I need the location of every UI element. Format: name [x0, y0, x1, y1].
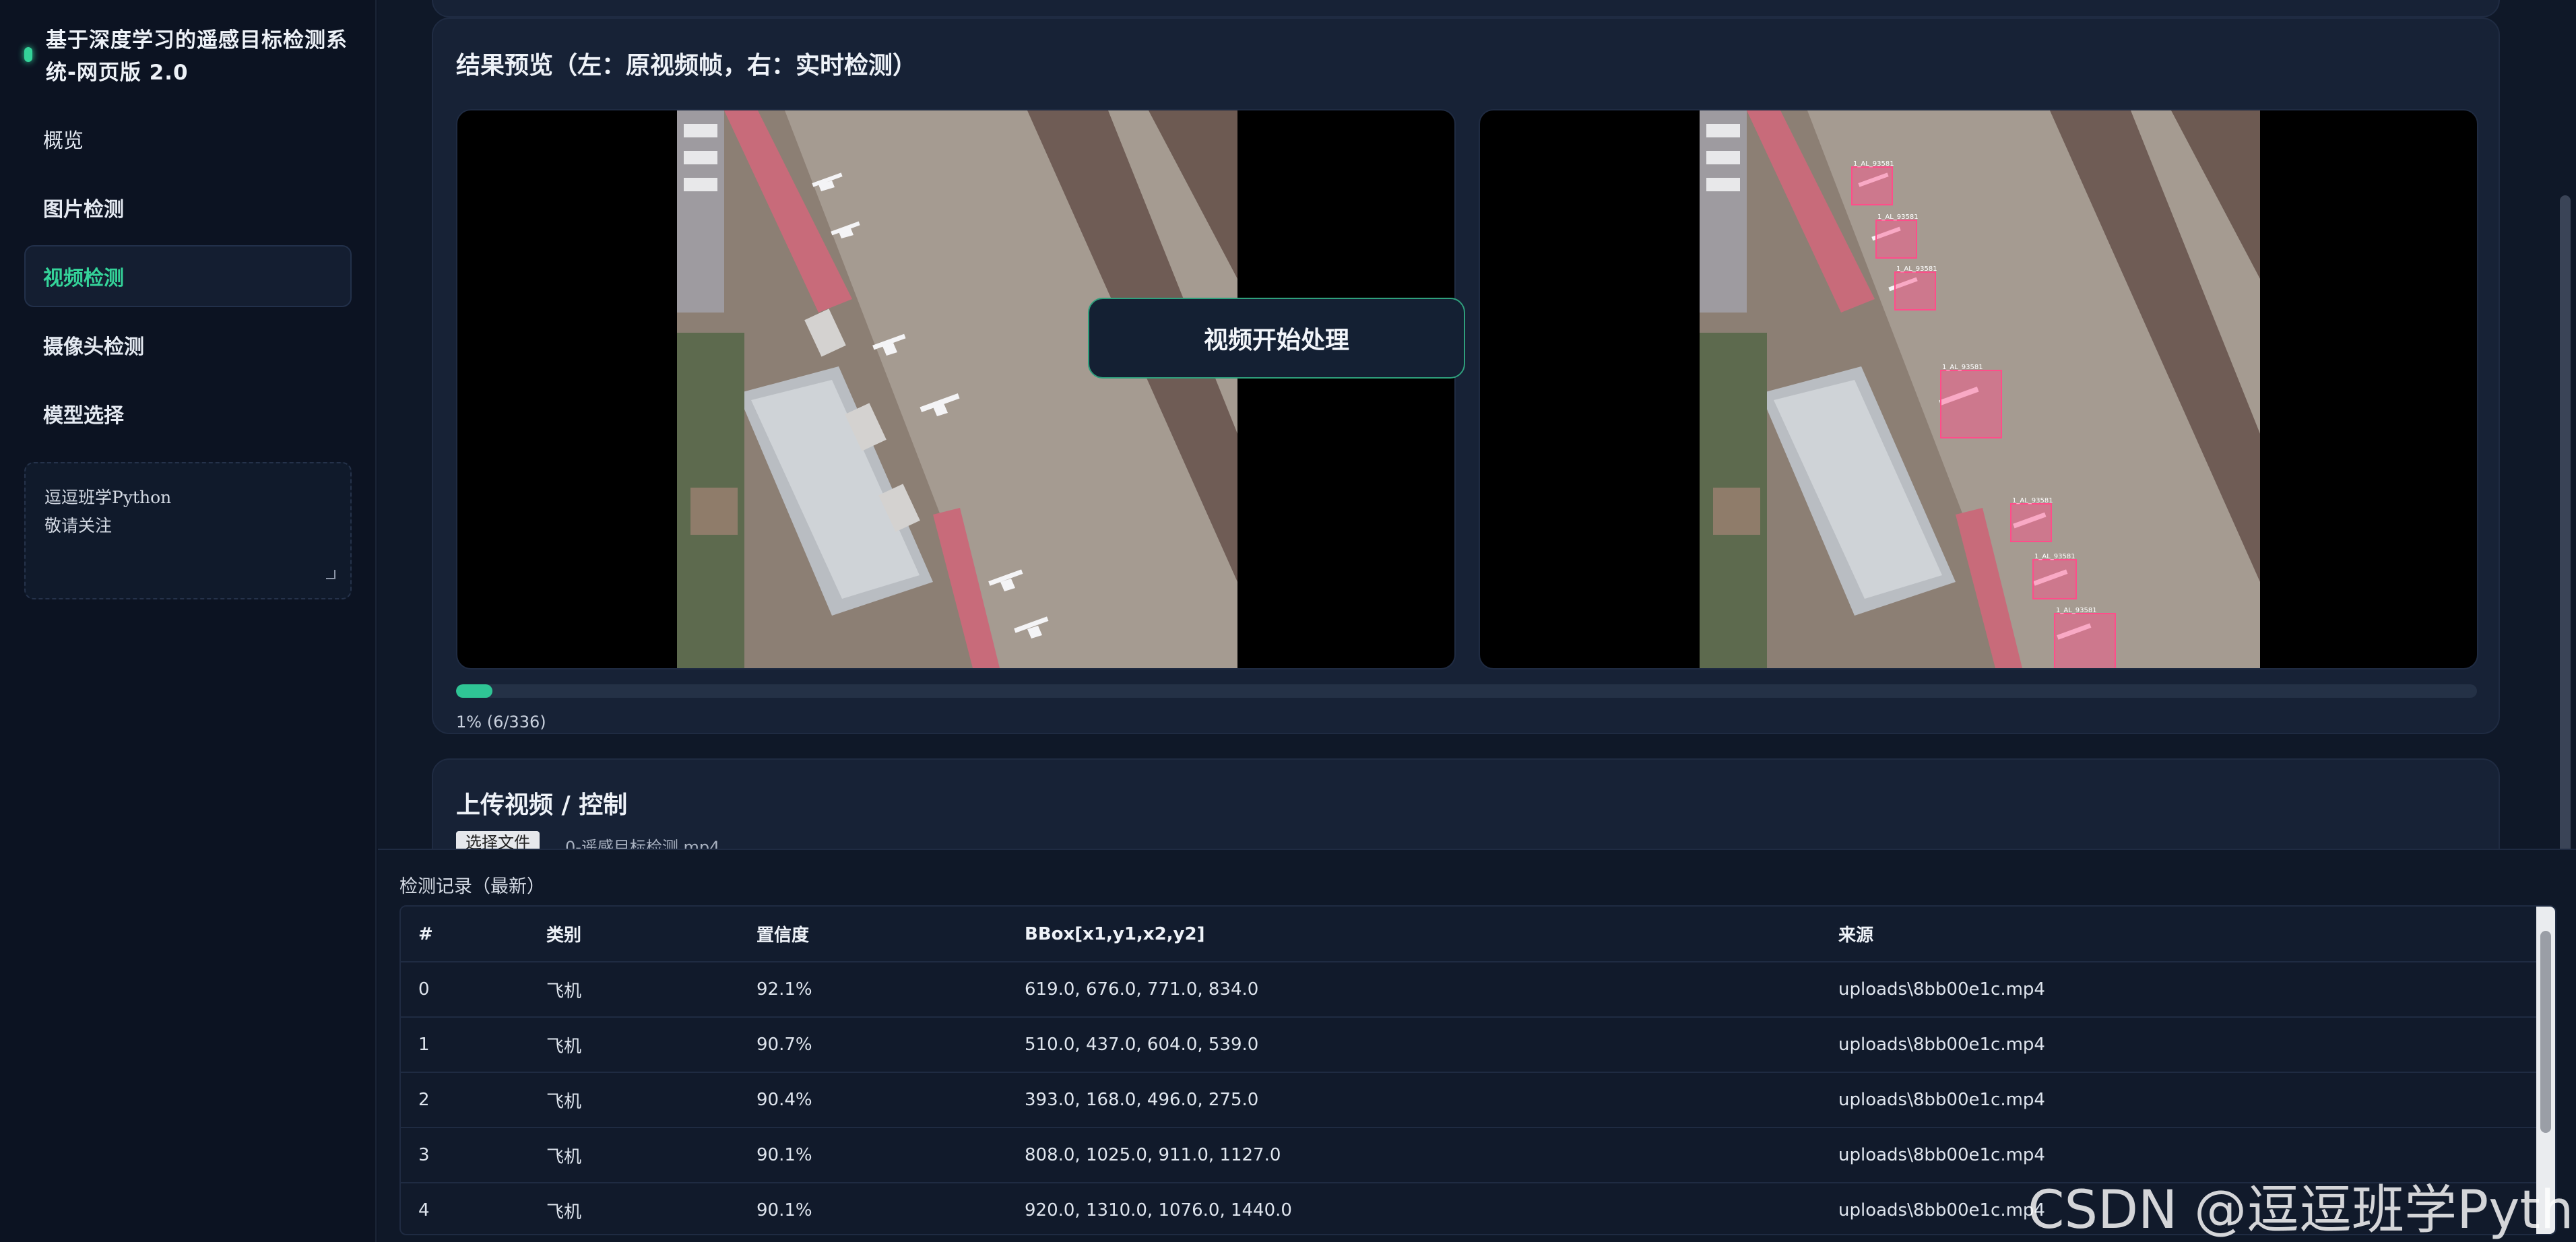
detection-label: 1_AL_93581: [1942, 364, 1983, 371]
watermark: CSDN @逗逗班学Python: [2028, 1180, 2576, 1241]
column-header-index: #: [401, 907, 529, 962]
cell-class: 飞机: [529, 1183, 739, 1234]
note-line-2: 敬请关注: [44, 516, 112, 535]
progress-text: 1% (6/336): [456, 713, 546, 731]
table-row[interactable]: 0 飞机 92.1% 619.0, 676.0, 771.0, 834.0 up…: [401, 962, 2536, 1018]
sidebar-item-overview[interactable]: 概览: [24, 108, 352, 170]
sidebar-item-image-detection[interactable]: 图片检测: [24, 176, 352, 238]
cell-class: 飞机: [529, 1017, 739, 1073]
detection-box: [1851, 166, 1893, 205]
table-row[interactable]: 2 飞机 90.4% 393.0, 168.0, 496.0, 275.0 up…: [401, 1072, 2536, 1128]
preview-title: 结果预览（左：原视频帧，右：实时检测）: [456, 52, 917, 79]
cell-source: uploads\8bb00e1c.mp4: [1821, 1072, 2536, 1128]
records-title: 检测记录（最新）: [399, 876, 545, 897]
aerial-image: [677, 110, 1237, 668]
cell-index: 4: [401, 1183, 529, 1234]
cell-index: 1: [401, 1017, 529, 1073]
status-dot-icon: [24, 47, 32, 62]
cell-confidence: 90.4%: [739, 1072, 1007, 1128]
detection-label: 1_AL_93581: [1853, 160, 1894, 168]
detection-label: 1_AL_93581: [1896, 265, 1937, 273]
cell-bbox: 619.0, 676.0, 771.0, 834.0: [1007, 962, 1821, 1018]
cell-bbox: 510.0, 437.0, 604.0, 539.0: [1007, 1017, 1821, 1073]
cell-source: uploads\8bb00e1c.mp4: [1821, 1017, 2536, 1073]
app-title: 基于深度学习的遥感目标检测系统-网页版 2.0: [46, 28, 348, 85]
cell-bbox: 920.0, 1310.0, 1076.0, 1440.0: [1007, 1183, 1821, 1234]
detection-box: [2032, 559, 2077, 599]
cell-bbox: 393.0, 168.0, 496.0, 275.0: [1007, 1072, 1821, 1128]
cell-class: 飞机: [529, 962, 739, 1018]
sidebar: 基于深度学习的遥感目标检测系统-网页版 2.0 概览 图片检测 视频检测 摄像头…: [0, 0, 377, 1242]
detection-label: 1_AL_93581: [2034, 553, 2075, 560]
progress-fill: [456, 684, 492, 698]
cell-confidence: 92.1%: [739, 962, 1007, 1018]
detection-box: [2010, 503, 2052, 542]
upload-title: 上传视频 / 控制: [456, 791, 628, 819]
table-row[interactable]: 1 飞机 90.7% 510.0, 437.0, 604.0, 539.0 up…: [401, 1017, 2536, 1073]
detection-label: 1_AL_93581: [2056, 607, 2097, 614]
cell-index: 0: [401, 962, 529, 1018]
column-header-source: 来源: [1821, 907, 2536, 962]
detection-box: [1875, 220, 1917, 259]
table-header-row: # 类别 置信度 BBox[x1,y1,x2,y2] 来源: [401, 907, 2536, 962]
detection-frame: 1_AL_93581 1_AL_93581 1_AL_93581 1_AL_93…: [1479, 109, 2478, 669]
column-header-class: 类别: [529, 907, 739, 962]
cell-bbox: 808.0, 1025.0, 911.0, 1127.0: [1007, 1127, 1821, 1183]
preview-panel: 结果预览（左：原视频帧，右：实时检测） 1_AL_93581 1_AL_9358…: [432, 18, 2500, 734]
cell-source: uploads\8bb00e1c.mp4: [1821, 962, 2536, 1018]
cell-class: 飞机: [529, 1072, 739, 1128]
column-header-bbox: BBox[x1,y1,x2,y2]: [1007, 907, 1821, 962]
progress-bar: [456, 684, 2477, 698]
previous-panel: [432, 0, 2500, 18]
cell-confidence: 90.1%: [739, 1183, 1007, 1234]
column-header-confidence: 置信度: [739, 907, 1007, 962]
cell-confidence: 90.7%: [739, 1017, 1007, 1073]
cell-confidence: 90.1%: [739, 1127, 1007, 1183]
detection-box: [1894, 271, 1936, 310]
note-textarea[interactable]: 逗逗班学Python 敬请关注: [24, 462, 352, 599]
records-scrollbar-thumb[interactable]: [2540, 931, 2551, 1133]
sidebar-nav: 概览 图片检测 视频检测 摄像头检测 模型选择: [24, 108, 352, 451]
detection-box: [2054, 613, 2116, 668]
detection-label: 1_AL_93581: [2012, 497, 2053, 504]
aerial-image-detected: 1_AL_93581 1_AL_93581 1_AL_93581 1_AL_93…: [1700, 110, 2260, 668]
sidebar-item-camera-detection[interactable]: 摄像头检测: [24, 314, 352, 376]
note-line-1: 逗逗班学Python: [44, 488, 172, 507]
original-frame: [456, 109, 1456, 669]
cell-index: 3: [401, 1127, 529, 1183]
cell-index: 2: [401, 1072, 529, 1128]
processing-toast: 视频开始处理: [1088, 298, 1465, 379]
brand: 基于深度学习的遥感目标检测系统-网页版 2.0: [24, 24, 361, 89]
cell-class: 飞机: [529, 1127, 739, 1183]
detection-label: 1_AL_93581: [1877, 214, 1919, 221]
detection-box: [1940, 370, 2002, 438]
sidebar-item-video-detection[interactable]: 视频检测: [24, 245, 352, 307]
resize-handle-icon[interactable]: [326, 570, 335, 579]
sidebar-item-model-select[interactable]: 模型选择: [24, 383, 352, 445]
